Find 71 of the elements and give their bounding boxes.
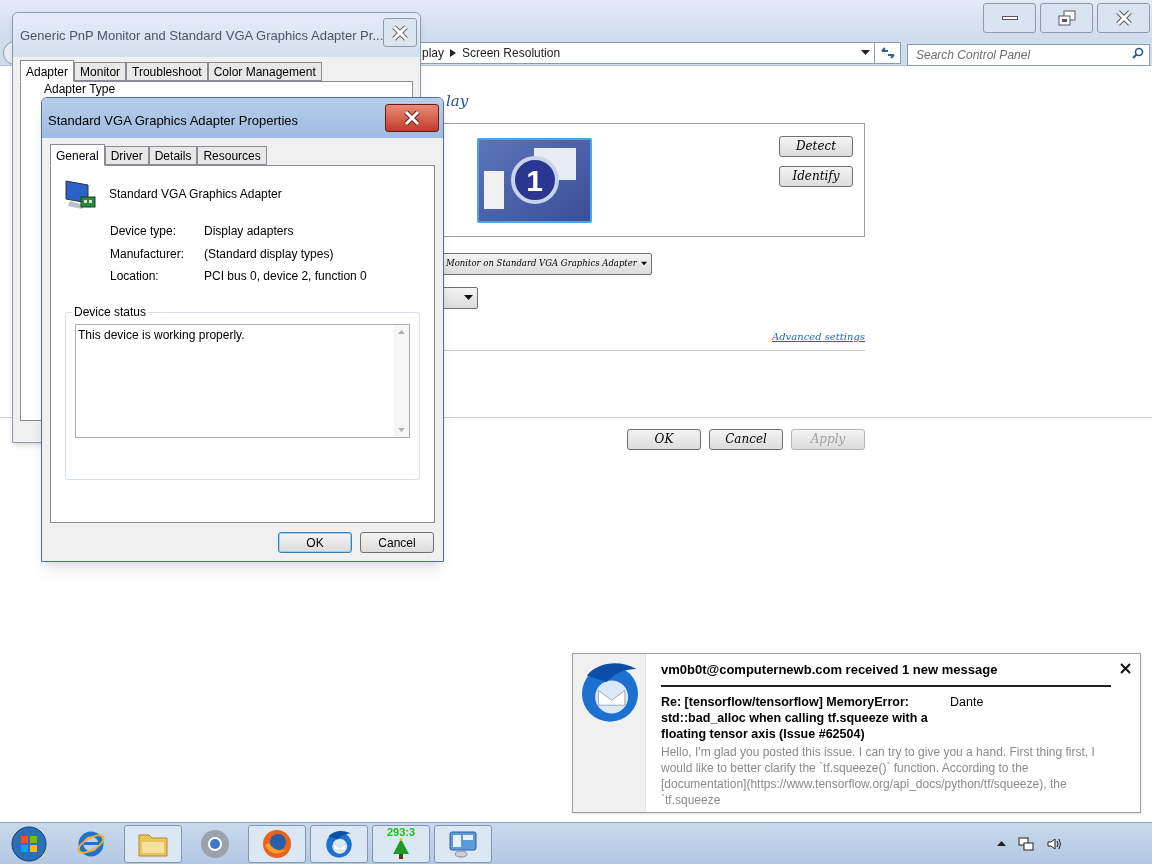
- device-name: Standard VGA Graphics Adapter: [109, 186, 282, 203]
- counter-label: 293:3: [386, 827, 416, 838]
- scroll-up-icon: [398, 329, 405, 334]
- property-label: Manufacturer:: [110, 246, 186, 262]
- tab[interactable]: Troubleshoot: [126, 62, 208, 81]
- close-icon: [391, 24, 410, 41]
- group-label: Adapter Type: [44, 83, 116, 96]
- monitor-picture[interactable]: 1: [477, 137, 592, 223]
- minimize-button[interactable]: [983, 3, 1036, 33]
- dialog-button[interactable]: OK: [278, 532, 352, 553]
- advanced-settings-link[interactable]: Advanced settings: [771, 328, 865, 344]
- property-label: Device type:: [110, 224, 178, 240]
- close-icon[interactable]: [1120, 663, 1131, 674]
- speaker-icon[interactable]: [1046, 835, 1062, 852]
- restore-button[interactable]: [1040, 3, 1093, 33]
- search-field[interactable]: Search Control Panel: [907, 43, 1150, 66]
- tab[interactable]: Details: [148, 146, 198, 165]
- network-icon[interactable]: [1018, 835, 1034, 852]
- group-label: Device status: [72, 304, 149, 319]
- dialog-button[interactable]: Cancel: [709, 428, 783, 450]
- status-text-box[interactable]: This device is working properly.: [75, 323, 410, 438]
- tab[interactable]: Driver: [104, 146, 149, 165]
- dialog-title: Standard VGA Graphics Adapter Properties: [48, 112, 299, 130]
- minimize-icon: [1001, 16, 1018, 20]
- start-orb-icon: [11, 825, 47, 862]
- dropdown-caret-icon: [640, 261, 647, 266]
- taskbar-button[interactable]: [434, 824, 492, 863]
- monitor-number: 1: [510, 156, 559, 204]
- refresh-icon: [880, 46, 895, 59]
- dropdown-caret-icon: [464, 295, 473, 300]
- property-value: (Standard display types): [204, 246, 334, 262]
- message-sender: Dante: [950, 693, 984, 711]
- property-value: Display adapters: [204, 224, 294, 240]
- bird-mail-icon: [324, 828, 354, 859]
- tree-icon: [391, 838, 411, 860]
- dialog-button[interactable]: Identify: [779, 165, 853, 187]
- display-settings-icon: [447, 828, 479, 859]
- status-text: This device is working properly.: [77, 326, 246, 344]
- message-subject: Re: [tensorflow/tensorflow] MemoryError: std::bad_alloc when calling tf.squeeze with a floating tensor axis (Issue #62504): [661, 693, 929, 742]
- dialog-button[interactable]: Cancel: [360, 532, 434, 553]
- message-preview: Hello, I'm glad you posted this issue. I can try to give you a hand. First thing first, I would like to better clarify the `tf.squeeze()` function. According to the [documentation](https://www.tensorflow.org/api_docs/python/tf/squeeze), the `tf.squeeze: [661, 743, 1096, 808]
- refresh-button[interactable]: [875, 41, 901, 64]
- round-browser-icon: [200, 828, 230, 859]
- taskbar-button[interactable]: [310, 824, 368, 863]
- tab[interactable]: General: [50, 144, 105, 166]
- dialog-button[interactable]: OK: [627, 428, 701, 450]
- dropdown-caret-icon: [861, 50, 870, 55]
- breadcrumb-item[interactable]: play: [422, 43, 444, 62]
- dropdown-value: Monitor on Standard VGA Graphics Adapter: [446, 257, 637, 270]
- notification-title: vm0b0t@computernewb.com received 1 new message: [661, 661, 998, 679]
- close-icon: [403, 110, 421, 126]
- scroll-down-icon: [398, 427, 405, 432]
- tab[interactable]: Color Management: [207, 62, 322, 81]
- taskbar-button[interactable]: [248, 824, 306, 863]
- property-value: PCI bus 0, device 2, function 0: [204, 269, 367, 285]
- tab[interactable]: Adapter: [20, 60, 75, 82]
- dialog-button[interactable]: Detect: [779, 135, 853, 157]
- restore-icon: [1057, 10, 1076, 26]
- close-button[interactable]: [385, 104, 439, 132]
- property-label: Location:: [110, 269, 160, 285]
- scrollbar[interactable]: [394, 324, 409, 437]
- tab[interactable]: Monitor: [74, 62, 127, 81]
- search-icon: [1132, 46, 1144, 59]
- tab[interactable]: Resources: [197, 146, 267, 165]
- display-adapter-icon: [64, 177, 96, 211]
- chevron-icon: [450, 48, 456, 57]
- breadcrumb-item[interactable]: Screen Resolution: [462, 43, 561, 62]
- window-thumbnail: [484, 170, 504, 209]
- close-icon: [1114, 10, 1133, 26]
- fox-globe-icon: [262, 828, 292, 859]
- show-hidden-icons-icon[interactable]: [997, 841, 1006, 846]
